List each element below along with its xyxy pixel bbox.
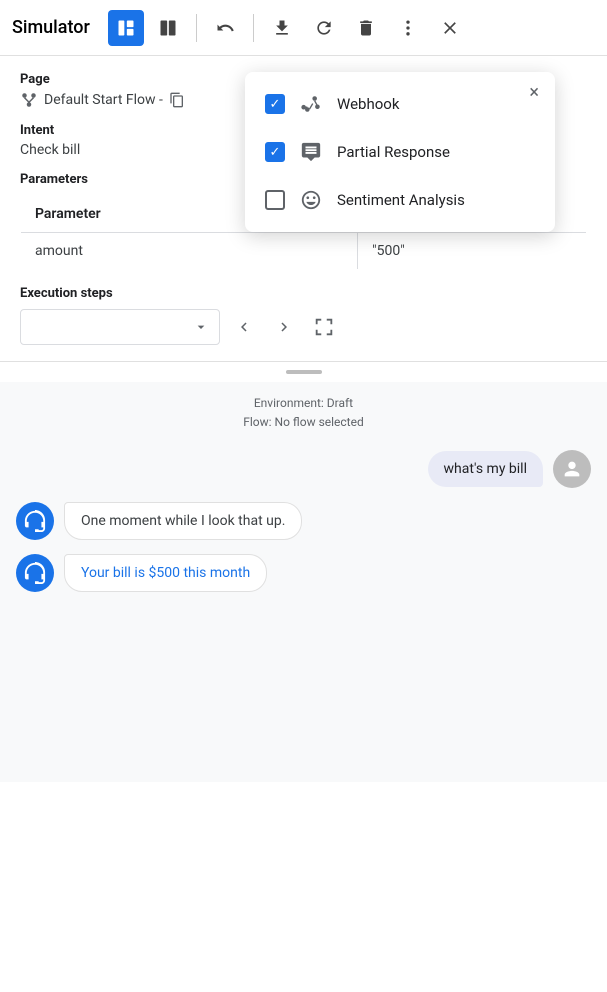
sentiment-analysis-checkbox[interactable] [265, 190, 285, 210]
target-icon [313, 316, 335, 338]
layout-view-2-button[interactable] [150, 10, 186, 46]
resize-divider[interactable] [0, 361, 607, 382]
dropdown-overlay: × ✓ Webhook ✓ Partial Response [245, 72, 555, 232]
download-button[interactable] [264, 10, 300, 46]
drag-handle [286, 370, 322, 374]
sentiment-analysis-icon [299, 188, 323, 212]
more-options-button[interactable] [390, 10, 426, 46]
layout1-icon [116, 18, 136, 38]
user-message-row: what's my bill [16, 450, 591, 488]
env-line2: Flow: No flow selected [0, 413, 607, 432]
close-icon [440, 18, 460, 38]
refresh-icon [314, 18, 334, 38]
headset-icon-1 [24, 510, 46, 532]
flow-icon [20, 91, 38, 109]
dropdown-item-webhook[interactable]: ✓ Webhook [245, 80, 555, 128]
chevron-down-icon [193, 319, 209, 335]
app-title: Simulator [12, 17, 90, 38]
dropdown-item-sentiment-analysis[interactable]: Sentiment Analysis [245, 176, 555, 224]
chevron-right-icon [275, 318, 293, 336]
page-value: Default Start Flow - [44, 92, 163, 108]
separator-1 [196, 14, 197, 42]
close-button[interactable] [432, 10, 468, 46]
partial-response-icon [299, 140, 323, 164]
delete-icon [356, 18, 376, 38]
layout-view-1-button[interactable] [108, 10, 144, 46]
undo-icon [215, 18, 235, 38]
param-row-1: amount "500" [21, 233, 587, 270]
undo-button[interactable] [207, 10, 243, 46]
focus-target-button[interactable] [308, 311, 340, 343]
sentiment-analysis-label: Sentiment Analysis [337, 191, 465, 209]
chat-section: Environment: Draft Flow: No flow selecte… [0, 382, 607, 782]
exec-controls [20, 309, 587, 345]
dropdown-close-button[interactable]: × [525, 80, 543, 106]
param-value-1: "500" [358, 233, 587, 270]
bot-message-row-1: One moment while I look that up. [16, 502, 591, 540]
webhook-icon [299, 92, 323, 116]
webhook-label: Webhook [337, 95, 399, 113]
partial-response-label: Partial Response [337, 143, 450, 161]
chevron-left-icon [235, 318, 253, 336]
more-icon [398, 18, 418, 38]
next-step-button[interactable] [268, 311, 300, 343]
dropdown-item-partial-response[interactable]: ✓ Partial Response [245, 128, 555, 176]
person-icon [561, 458, 583, 480]
toolbar: Simulator [0, 0, 607, 56]
bot-bubble-1: One moment while I look that up. [64, 502, 302, 540]
bot-avatar-1 [16, 502, 54, 540]
refresh-button[interactable] [306, 10, 342, 46]
separator-2 [253, 14, 254, 42]
layout2-icon [158, 18, 178, 38]
partial-response-checkbox[interactable]: ✓ [265, 142, 285, 162]
page-copy-icon[interactable] [169, 92, 185, 108]
chat-messages: what's my bill One moment while I look t… [0, 440, 607, 602]
param-name-1: amount [21, 233, 358, 270]
exec-steps-label: Execution steps [20, 286, 587, 301]
bot-message-row-2: Your bill is $500 this month [16, 554, 591, 592]
exec-dropdown[interactable] [20, 309, 220, 345]
prev-step-button[interactable] [228, 311, 260, 343]
user-avatar [553, 450, 591, 488]
env-line1: Environment: Draft [0, 394, 607, 413]
user-bubble: what's my bill [428, 451, 543, 487]
delete-button[interactable] [348, 10, 384, 46]
webhook-checkbox[interactable]: ✓ [265, 94, 285, 114]
bot-bubble-2: Your bill is $500 this month [64, 554, 267, 592]
download-icon [272, 18, 292, 38]
headset-icon-2 [24, 562, 46, 584]
env-info: Environment: Draft Flow: No flow selecte… [0, 382, 607, 440]
bot-avatar-2 [16, 554, 54, 592]
